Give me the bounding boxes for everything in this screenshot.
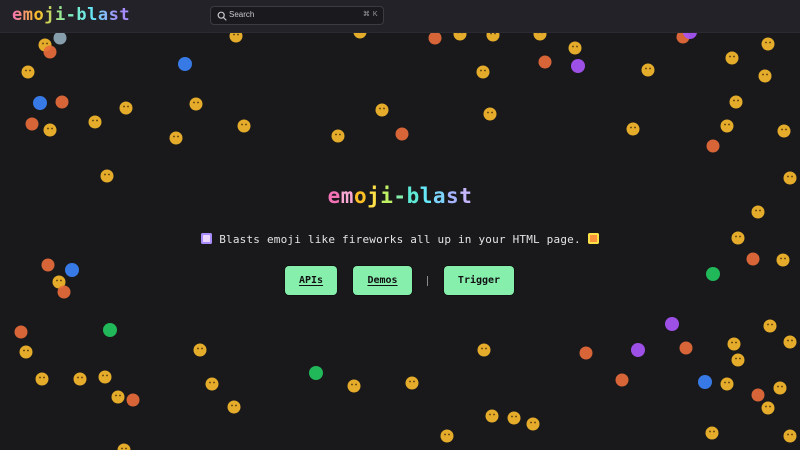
button-divider [427,276,428,286]
hero-title-letter: m [340,184,354,208]
hero-title-letter: a [432,184,447,208]
explosion-icon [587,233,599,244]
search-placeholder: Search [229,10,255,19]
hero-title-letter: b [406,184,420,208]
search-shortcut-hint: ⌘ K [362,11,378,18]
site-logo[interactable]: emoji-blast [12,5,130,25]
hero-title-letter: - [393,184,407,208]
hero-title-letter: t [459,184,473,208]
apis-button[interactable]: APIs [285,266,337,295]
trigger-button[interactable]: Trigger [444,266,514,295]
hero-title-letter: i [380,184,394,208]
demos-button[interactable]: Demos [353,266,412,295]
hero-title-letter: s [446,184,460,208]
sparkle-icon [201,233,213,244]
hero-title-letter: l [419,184,433,208]
page: emoji-blast Search ⌘ K emoji-blast Blast… [0,0,800,450]
search-icon [217,11,227,21]
top-navigation-bar: emoji-blast Search ⌘ K [0,0,800,33]
hero-title-letter: e [327,184,341,208]
hero-title: emoji-blast [0,184,800,208]
tagline-text: Blasts emoji like fireworks all up in yo… [212,233,588,246]
hero-title-letter: j [367,184,381,208]
hero-title-letter: o [353,184,368,208]
search-input[interactable]: Search ⌘ K [210,6,384,25]
hero-section: emoji-blast Blasts emoji like fireworks … [0,0,800,450]
tagline: Blasts emoji like fireworks all up in yo… [0,233,800,246]
